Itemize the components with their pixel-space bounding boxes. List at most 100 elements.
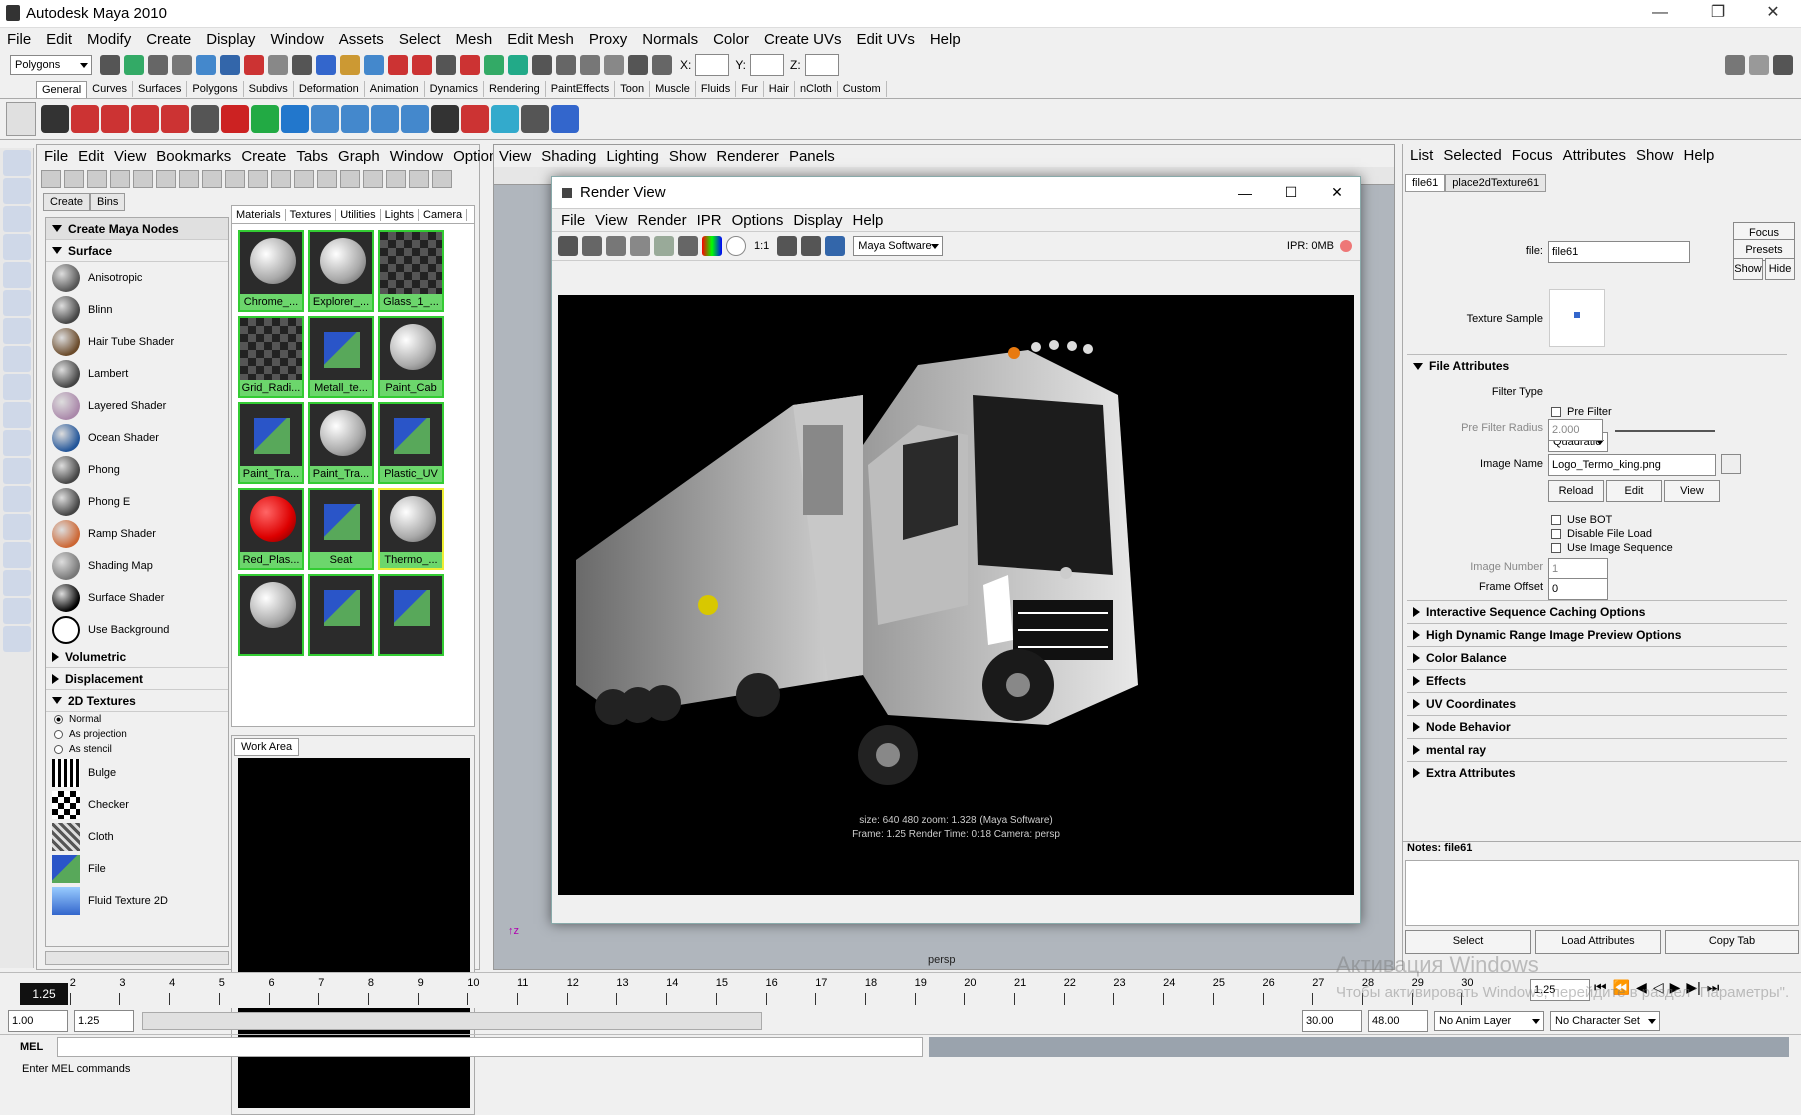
end-time-field[interactable]: 48.00	[1368, 1010, 1428, 1032]
attr-menu-focus[interactable]: Focus	[1512, 147, 1553, 164]
surface-node-use-background[interactable]: Use Background	[46, 614, 228, 646]
status-line-icon[interactable]	[532, 55, 552, 75]
menu-color[interactable]: Color	[713, 31, 749, 48]
viewport-menu-panels[interactable]: Panels	[789, 148, 835, 165]
toolbox-tool-icon[interactable]	[3, 206, 31, 232]
shelf-tab-fur[interactable]: Fur	[736, 81, 764, 97]
render-region-icon[interactable]	[582, 236, 602, 256]
menu-select[interactable]: Select	[399, 31, 441, 48]
shelf-tab-hair[interactable]: Hair	[764, 81, 795, 97]
viewport-menu-shading[interactable]: Shading	[541, 148, 596, 165]
shelf-tab-rendering[interactable]: Rendering	[484, 81, 546, 97]
shelf-tool-icon[interactable]	[251, 105, 279, 133]
toolbox-tool-icon[interactable]	[3, 178, 31, 204]
hide-button[interactable]: Hide	[1765, 258, 1795, 280]
menu-normals[interactable]: Normals	[642, 31, 698, 48]
material-swatch[interactable]: Metall_te...	[308, 316, 374, 398]
section-uv-coordinates[interactable]: UV Coordinates	[1407, 692, 1787, 715]
shelf-tool-icon[interactable]	[461, 105, 489, 133]
toolbar-icon[interactable]	[294, 170, 314, 188]
status-line-icon[interactable]	[268, 55, 288, 75]
shelf-tab-muscle[interactable]: Muscle	[650, 81, 696, 97]
shelf-tool-icon[interactable]	[491, 105, 519, 133]
shelf-tool-icon[interactable]	[551, 105, 579, 133]
hypershade-menu-tabs[interactable]: Tabs	[296, 148, 328, 165]
pre-filter-radius-field[interactable]: 2.000	[1548, 419, 1603, 441]
toolbar-icon[interactable]	[432, 170, 452, 188]
start-time-field[interactable]: 1.00	[8, 1010, 68, 1032]
pre-filter-checkbox[interactable]: Pre Filter	[1551, 406, 1612, 418]
shelf-tab-animation[interactable]: Animation	[365, 81, 425, 97]
y-field[interactable]	[750, 54, 785, 76]
shelf-tool-icon[interactable]	[71, 105, 99, 133]
shelf-tab-polygons[interactable]: Polygons	[187, 81, 244, 97]
textures-2d-section[interactable]: 2D Textures	[46, 690, 228, 712]
status-line-icon[interactable]	[148, 55, 168, 75]
minimize-icon[interactable]: —	[1637, 0, 1683, 28]
surface-node-ramp-shader[interactable]: Ramp Shader	[46, 518, 228, 550]
close-icon[interactable]: ✕	[1750, 0, 1796, 28]
load-attributes-button[interactable]: Load Attributes	[1535, 930, 1661, 954]
surface-node-ocean-shader[interactable]: Ocean Shader	[46, 422, 228, 454]
material-swatch[interactable]: Paint_Tra...	[238, 402, 304, 484]
frame-offset-field[interactable]: 0	[1548, 578, 1608, 600]
viewport-menu-lighting[interactable]: Lighting	[606, 148, 659, 165]
material-swatch[interactable]: Explorer_...	[308, 230, 374, 312]
swatch-tab-utilities[interactable]: Utilities	[336, 208, 381, 221]
material-swatch[interactable]	[238, 574, 304, 656]
render-view-menu-display[interactable]: Display	[793, 212, 842, 229]
work-area-tab[interactable]: Work Area	[234, 738, 300, 756]
hypershade-menu-graph[interactable]: Graph	[338, 148, 380, 165]
surface-node-hair-tube-shader[interactable]: Hair Tube Shader	[46, 326, 228, 358]
hypershade-menu-create[interactable]: Create	[241, 148, 286, 165]
toolbox-tool-icon[interactable]	[3, 430, 31, 456]
status-line-icon[interactable]	[124, 55, 144, 75]
texture-node-fluid-texture-2d[interactable]: Fluid Texture 2D	[46, 885, 228, 917]
restore-icon[interactable]: ❐	[1695, 0, 1741, 28]
radio-as-stencil[interactable]: As stencil	[46, 742, 228, 757]
shelf-tool-icon[interactable]	[101, 105, 129, 133]
shelf-tool-icon[interactable]	[131, 105, 159, 133]
status-line-icon[interactable]	[556, 55, 576, 75]
toolbar-icon[interactable]	[87, 170, 107, 188]
rv-close-icon[interactable]: ✕	[1314, 184, 1360, 201]
reload-button[interactable]: Reload	[1548, 480, 1604, 502]
status-line-icon[interactable]	[364, 55, 384, 75]
pre-filter-radius-slider[interactable]	[1615, 430, 1715, 432]
status-line-icon[interactable]	[628, 55, 648, 75]
render-view-menu-render[interactable]: Render	[637, 212, 686, 229]
status-line-icon[interactable]	[652, 55, 672, 75]
surface-node-lambert[interactable]: Lambert	[46, 358, 228, 390]
notes-field[interactable]	[1405, 860, 1799, 926]
section-extra-attributes[interactable]: Extra Attributes	[1407, 761, 1787, 784]
section-interactive-sequence-caching-options[interactable]: Interactive Sequence Caching Options	[1407, 600, 1787, 623]
toolbox-tool-icon[interactable]	[3, 402, 31, 428]
material-swatch[interactable]: Grid_Radi...	[238, 316, 304, 398]
shelf-tab-general[interactable]: General	[36, 80, 88, 98]
toolbar-icon[interactable]	[409, 170, 429, 188]
swatch-tab-textures[interactable]: Textures	[286, 208, 337, 221]
ratio-button[interactable]: 1:1	[754, 240, 769, 252]
status-line-icon[interactable]	[412, 55, 432, 75]
section-node-behavior[interactable]: Node Behavior	[1407, 715, 1787, 738]
attr-menu-show[interactable]: Show	[1636, 147, 1674, 164]
toolbox-tool-icon[interactable]	[3, 150, 31, 176]
attr-menu-selected[interactable]: Selected	[1443, 147, 1501, 164]
render-view-menu-file[interactable]: File	[561, 212, 585, 229]
attr-menu-list[interactable]: List	[1410, 147, 1433, 164]
range-slider-bar[interactable]	[142, 1012, 762, 1030]
create-tab-create[interactable]: Create	[43, 193, 91, 211]
toolbar-icon[interactable]	[271, 170, 291, 188]
use-image-sequence-checkbox[interactable]: Use Image Sequence	[1551, 542, 1673, 554]
radio-as-projection[interactable]: As projection	[46, 727, 228, 742]
toolbox-tool-icon[interactable]	[3, 514, 31, 540]
shelf-tab-ncloth[interactable]: nCloth	[795, 81, 838, 97]
menu-help[interactable]: Help	[930, 31, 961, 48]
menu-assets[interactable]: Assets	[339, 31, 384, 48]
material-swatch[interactable]	[378, 574, 444, 656]
surface-node-blinn[interactable]: Blinn	[46, 294, 228, 326]
status-line-icon[interactable]	[196, 55, 216, 75]
alpha-channel-icon[interactable]	[726, 236, 746, 256]
material-swatch[interactable]	[308, 574, 374, 656]
toolbar-icon[interactable]	[317, 170, 337, 188]
